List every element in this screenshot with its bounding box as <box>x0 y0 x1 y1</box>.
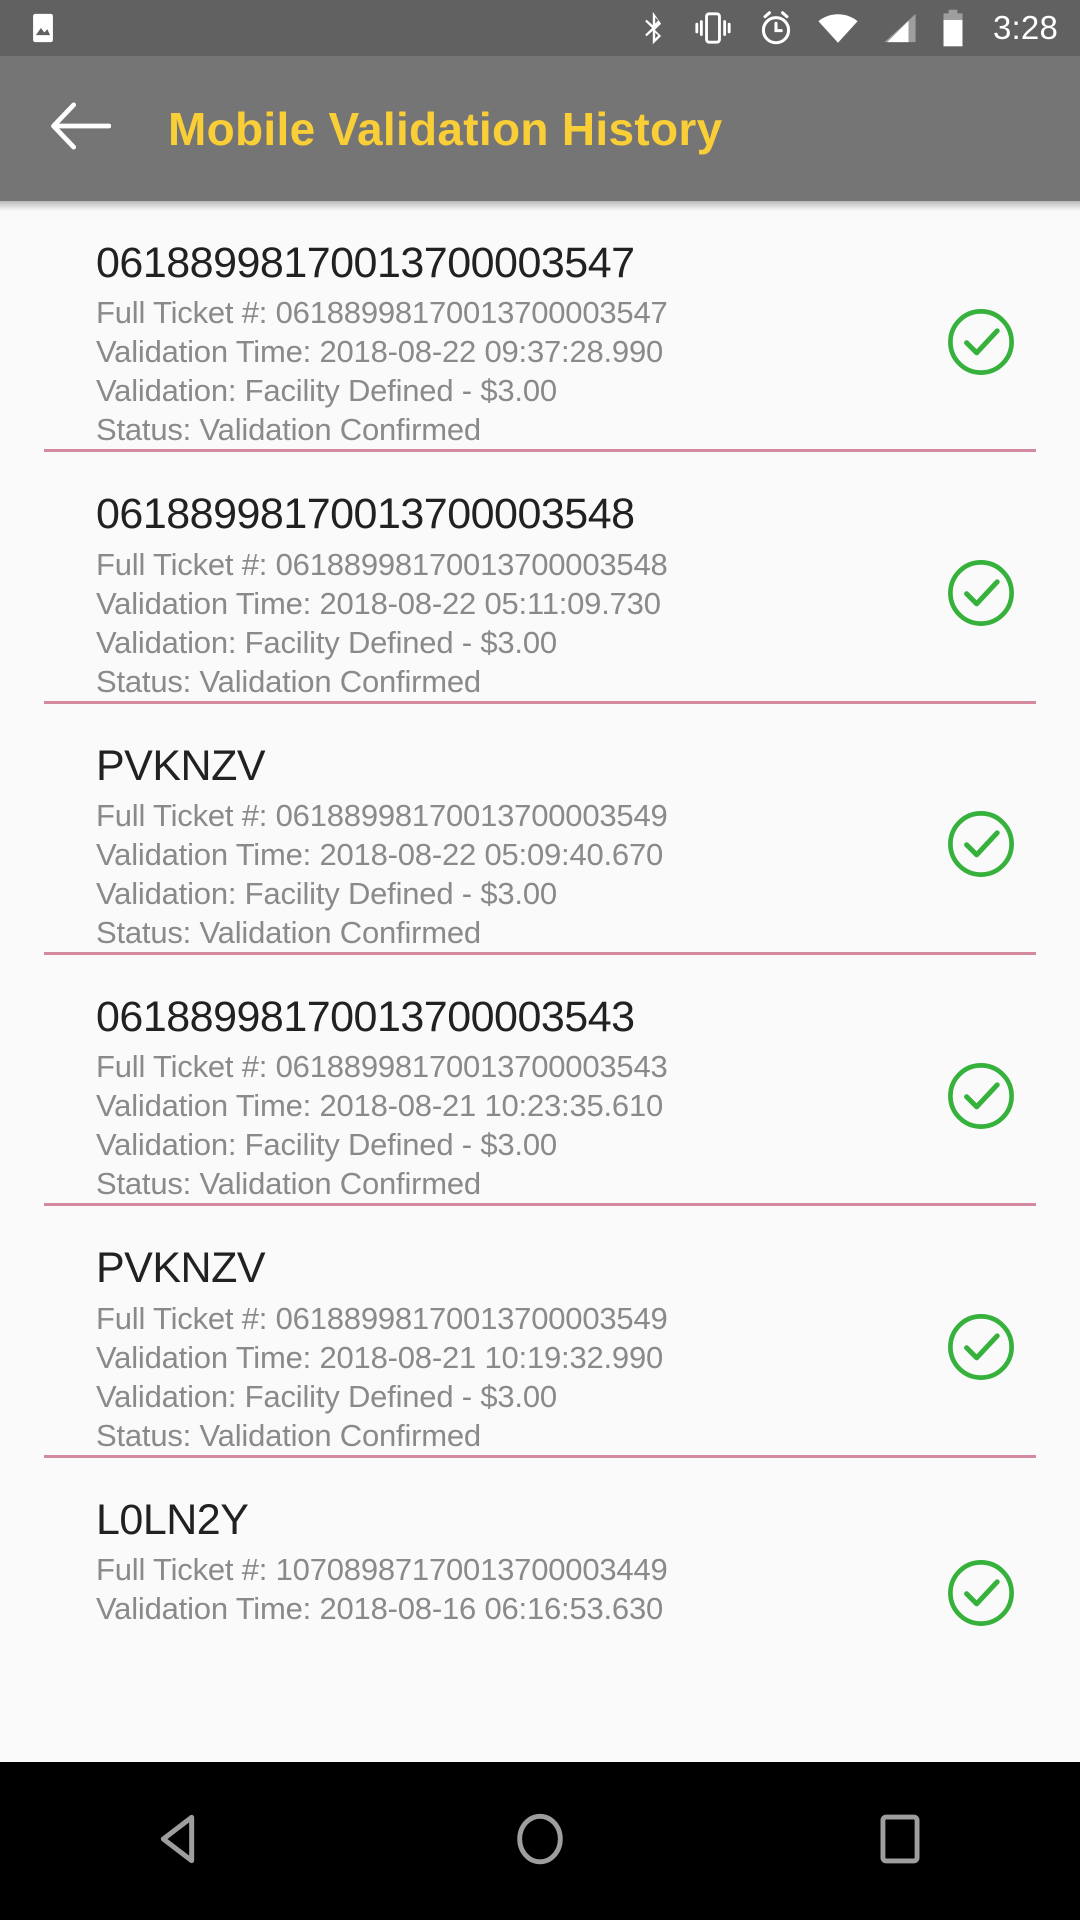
bluetooth-icon <box>639 10 669 46</box>
android-navigation-bar <box>0 1762 1080 1920</box>
validation-line: Validation: Facility Defined - $3.00 <box>96 373 557 409</box>
list-item-content: PVKNZV Full Ticket #: 061889981700137000… <box>0 742 892 952</box>
status-line: Status: Validation Confirmed <box>96 1166 481 1202</box>
wifi-icon <box>817 11 859 45</box>
status-badge <box>892 557 1080 634</box>
full-ticket-line: Full Ticket #: 06188998170013700003549 <box>96 1300 668 1336</box>
arrow-left-icon <box>49 100 112 157</box>
full-ticket-line: Full Ticket #: 06188998170013700003548 <box>96 546 668 582</box>
list-item[interactable]: 06188998170013700003543 Full Ticket #: 0… <box>0 955 1080 1203</box>
ticket-title: 06188998170013700003548 <box>96 490 635 539</box>
check-circle-icon <box>945 808 1017 885</box>
check-circle-icon <box>945 1557 1017 1634</box>
status-bar-notifications <box>26 11 60 45</box>
status-bar: 3:28 <box>0 0 1080 56</box>
status-bar-clock: 3:28 <box>992 9 1058 46</box>
status-badge <box>892 808 1080 885</box>
validation-line: Validation: Facility Defined - $3.00 <box>96 624 557 660</box>
nav-recents-icon <box>878 1813 922 1870</box>
nav-back-icon <box>155 1812 205 1871</box>
list-item[interactable]: PVKNZV Full Ticket #: 061889981700137000… <box>0 704 1080 952</box>
ticket-title: 06188998170013700003547 <box>96 239 635 287</box>
list-item[interactable]: L0LN2Y Full Ticket #: 107089871700137000… <box>0 1458 1080 1696</box>
list-item-content: L0LN2Y Full Ticket #: 107089871700137000… <box>0 1496 892 1628</box>
nav-recents-button[interactable] <box>825 1781 975 1901</box>
page-title: Mobile Validation History <box>168 102 723 155</box>
list-item[interactable]: PVKNZV Full Ticket #: 061889981700137000… <box>0 1206 1080 1454</box>
ticket-title: PVKNZV <box>96 1244 266 1293</box>
list-item-content: 06188998170013700003543 Full Ticket #: 0… <box>0 993 892 1203</box>
validation-time-line: Validation Time: 2018-08-21 10:19:32.990 <box>96 1339 664 1375</box>
back-button[interactable] <box>26 75 134 183</box>
list-item[interactable]: 06188998170013700003548 Full Ticket #: 0… <box>0 452 1080 700</box>
validation-time-line: Validation Time: 2018-08-22 09:37:28.990 <box>96 334 664 370</box>
status-badge <box>892 1311 1080 1388</box>
validation-line: Validation: Facility Defined - $3.00 <box>96 1127 557 1163</box>
validation-time-line: Validation Time: 2018-08-22 05:09:40.670 <box>96 836 664 872</box>
cellular-signal-icon <box>881 11 919 45</box>
validation-time-line: Validation Time: 2018-08-22 05:11:09.730 <box>96 585 661 621</box>
validation-line: Validation: Facility Defined - $3.00 <box>96 875 557 911</box>
status-badge <box>892 1060 1080 1137</box>
check-circle-icon <box>945 306 1017 383</box>
list-item-content: PVKNZV Full Ticket #: 061889981700137000… <box>0 1244 892 1454</box>
validation-time-line: Validation Time: 2018-08-16 06:16:53.630 <box>96 1590 664 1626</box>
app-bar: Mobile Validation History <box>0 56 1080 201</box>
validation-line: Validation: Facility Defined - $3.00 <box>96 1378 557 1414</box>
check-circle-icon <box>945 1311 1017 1388</box>
status-bar-system-icons: 3:28 <box>639 9 1058 47</box>
full-ticket-line: Full Ticket #: 06188998170013700003549 <box>96 797 668 833</box>
alarm-icon <box>757 9 795 47</box>
status-line: Status: Validation Confirmed <box>96 914 481 950</box>
full-ticket-line: Full Ticket #: 06188998170013700003543 <box>96 1049 668 1085</box>
battery-icon <box>941 9 965 47</box>
nav-home-button[interactable] <box>465 1781 615 1901</box>
list-item-content: 06188998170013700003547 Full Ticket #: 0… <box>0 239 892 449</box>
status-line: Status: Validation Confirmed <box>96 412 481 448</box>
ticket-title: L0LN2Y <box>96 1495 249 1544</box>
vibrate-icon <box>691 11 735 45</box>
list-item[interactable]: 06188998170013700003547 Full Ticket #: 0… <box>0 201 1080 449</box>
ticket-title: PVKNZV <box>96 741 266 790</box>
full-ticket-line: Full Ticket #: 10708987170013700003449 <box>96 1551 668 1587</box>
nav-back-button[interactable] <box>105 1781 255 1901</box>
ticket-title: 06188998170013700003543 <box>96 993 635 1042</box>
check-circle-icon <box>945 1060 1017 1137</box>
nav-home-icon <box>514 1811 566 1872</box>
status-line: Status: Validation Confirmed <box>96 1417 481 1453</box>
status-badge <box>892 306 1080 383</box>
list-item-content: 06188998170013700003548 Full Ticket #: 0… <box>0 490 892 700</box>
validation-time-line: Validation Time: 2018-08-21 10:23:35.610 <box>96 1088 664 1124</box>
validation-history-list[interactable]: 06188998170013700003547 Full Ticket #: 0… <box>0 201 1080 1762</box>
status-badge <box>892 1557 1080 1634</box>
image-icon <box>26 11 60 45</box>
check-circle-icon <box>945 557 1017 634</box>
status-line: Status: Validation Confirmed <box>96 663 481 699</box>
full-ticket-line: Full Ticket #: 06188998170013700003547 <box>96 295 668 331</box>
